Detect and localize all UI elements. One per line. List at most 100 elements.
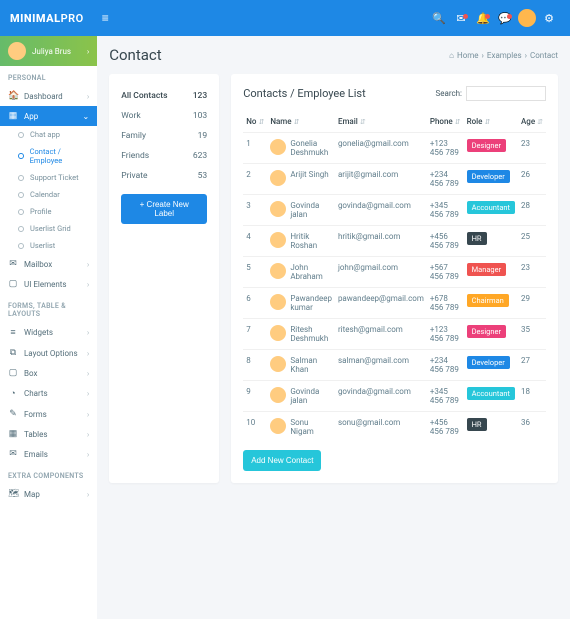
table-row[interactable]: 10Sonu Nigamsonu@gmail.com+456 456 789HR… — [243, 412, 546, 443]
add-contact-button[interactable]: Add New Contact — [243, 450, 321, 471]
tables-icon: ▦ — [8, 429, 18, 439]
avatar — [270, 325, 286, 341]
role-badge: Chairman — [467, 294, 509, 307]
menu-toggle-icon[interactable]: ≡ — [102, 11, 109, 25]
labels-card: All Contacts123 Work103Family19Friends62… — [109, 74, 219, 483]
col-name[interactable]: Name⇵ — [267, 111, 335, 133]
avatar — [8, 42, 26, 60]
forms-icon: ✎ — [8, 409, 18, 419]
nav-charts[interactable]: ◔Charts› — [0, 383, 97, 404]
avatar — [270, 294, 286, 310]
sub-profile[interactable]: Profile — [0, 203, 97, 220]
nav-layout[interactable]: ⧉Layout Options› — [0, 343, 97, 363]
col-role[interactable]: Role⇵ — [464, 111, 518, 133]
table-row[interactable]: 3Govinda jalangovinda@gmail.com+345 456 … — [243, 195, 546, 226]
avatar — [270, 139, 286, 155]
avatar — [270, 356, 286, 372]
user-avatar[interactable] — [516, 9, 538, 27]
nav-ui[interactable]: ▢UI Elements› — [0, 274, 97, 294]
label-row[interactable]: Family19 — [121, 126, 207, 146]
section-personal: PERSONAL — [0, 66, 97, 86]
emails-icon: ✉ — [8, 449, 18, 459]
sub-support[interactable]: Support Ticket — [0, 169, 97, 186]
home-icon[interactable]: ⌂ — [449, 51, 454, 60]
nav-widgets[interactable]: ≡Widgets› — [0, 322, 97, 343]
create-label-button[interactable]: + Create New Label — [121, 194, 207, 224]
nav-box[interactable]: ▢Box› — [0, 363, 97, 383]
breadcrumb: ⌂ Home› Examples› Contact — [449, 51, 558, 60]
col-email[interactable]: Email⇵ — [335, 111, 427, 133]
role-badge: Developer — [467, 170, 510, 183]
dashboard-icon: 🏠 — [8, 91, 18, 101]
bell-icon[interactable]: 🔔 — [472, 12, 494, 25]
layout-icon: ⧉ — [8, 348, 18, 358]
role-badge: Designer — [467, 325, 506, 338]
chat-icon[interactable]: 💬 — [494, 12, 516, 25]
label-all[interactable]: All Contacts123 — [121, 86, 207, 106]
topbar: MINIMALPRO ≡ 🔍 ✉ 🔔 💬 ⚙ — [0, 0, 570, 36]
widgets-icon: ≡ — [8, 327, 18, 338]
table-row[interactable]: 6Pawandeep kumarpawandeep@gmail.com+678 … — [243, 288, 546, 319]
sidebar: Juliya Brus › PERSONAL 🏠Dashboard› ▦App⌄… — [0, 36, 97, 619]
nav-tables[interactable]: ▦Tables› — [0, 424, 97, 444]
charts-icon: ◔ — [8, 388, 18, 399]
col-age[interactable]: Age⇵ — [518, 111, 546, 133]
col-phone[interactable]: Phone⇵ — [427, 111, 464, 133]
search-icon[interactable]: 🔍 — [428, 12, 450, 25]
nav-map[interactable]: 🗺Map› — [0, 484, 97, 504]
avatar — [270, 387, 286, 403]
role-badge: Manager — [467, 263, 507, 276]
role-badge: HR — [467, 232, 487, 245]
section-forms: FORMS, TABLE & LAYOUTS — [0, 294, 97, 322]
contacts-table: No⇵ Name⇵ Email⇵ Phone⇵ Role⇵ Age⇵ 1Gone… — [243, 111, 546, 442]
avatar — [270, 232, 286, 248]
nav-app[interactable]: ▦App⌄ — [0, 106, 97, 126]
role-badge: Developer — [467, 356, 510, 369]
col-no[interactable]: No⇵ — [243, 111, 267, 133]
app-icon: ▦ — [8, 111, 18, 121]
gear-icon[interactable]: ⚙ — [538, 12, 560, 25]
avatar — [270, 201, 286, 217]
avatar — [270, 418, 286, 434]
nav-forms[interactable]: ✎Forms› — [0, 404, 97, 424]
table-row[interactable]: 8Salman Khansalman@gmail.com+234 456 789… — [243, 350, 546, 381]
sub-userlist[interactable]: Userlist — [0, 237, 97, 254]
table-row[interactable]: 4Hritik Roshanhritik@gmail.com+456 456 7… — [243, 226, 546, 257]
table-row[interactable]: 5John Abrahamjohn@gmail.com+567 456 789M… — [243, 257, 546, 288]
role-badge: Accountant — [467, 387, 515, 400]
nav-emails[interactable]: ✉Emails› — [0, 444, 97, 464]
contacts-card: Contacts / Employee List Search: No⇵ Nam… — [231, 74, 558, 483]
label-row[interactable]: Friends623 — [121, 146, 207, 166]
avatar — [270, 263, 286, 279]
search-label: Search: — [435, 89, 462, 98]
table-row[interactable]: 7Ritesh Deshmukhritesh@gmail.com+123 456… — [243, 319, 546, 350]
nav-mailbox[interactable]: ✉Mailbox› — [0, 254, 97, 274]
label-row[interactable]: Private53 — [121, 166, 207, 186]
map-icon: 🗺 — [8, 489, 18, 499]
mail-icon: ✉ — [8, 259, 18, 269]
sub-contact[interactable]: Contact / Employee — [0, 143, 97, 169]
card-title: Contacts / Employee List — [243, 87, 365, 100]
role-badge: HR — [467, 418, 487, 431]
role-badge: Designer — [467, 139, 506, 152]
search-input[interactable] — [466, 86, 546, 101]
ui-icon: ▢ — [8, 279, 18, 289]
sub-chat[interactable]: Chat app — [0, 126, 97, 143]
section-extra: EXTRA COMPONENTS — [0, 464, 97, 484]
brand-logo: MINIMALPRO — [10, 12, 84, 25]
table-row[interactable]: 9Govinda jalangovinda@gmail.com+345 456 … — [243, 381, 546, 412]
label-row[interactable]: Work103 — [121, 106, 207, 126]
mail-icon[interactable]: ✉ — [450, 12, 472, 25]
role-badge: Accountant — [467, 201, 515, 214]
table-row[interactable]: 1Gonelia Deshmukhgonelia@gmail.com+123 4… — [243, 133, 546, 164]
sub-calendar[interactable]: Calendar — [0, 186, 97, 203]
user-name: Juliya Brus — [32, 47, 71, 56]
user-card[interactable]: Juliya Brus › — [0, 36, 97, 66]
sub-grid[interactable]: Userlist Grid — [0, 220, 97, 237]
box-icon: ▢ — [8, 368, 18, 378]
main-content: Contact ⌂ Home› Examples› Contact All Co… — [97, 36, 570, 619]
table-row[interactable]: 2Arijit Singharijit@gmail.com+234 456 78… — [243, 164, 546, 195]
nav-dashboard[interactable]: 🏠Dashboard› — [0, 86, 97, 106]
page-title: Contact — [109, 46, 161, 64]
avatar — [270, 170, 286, 186]
